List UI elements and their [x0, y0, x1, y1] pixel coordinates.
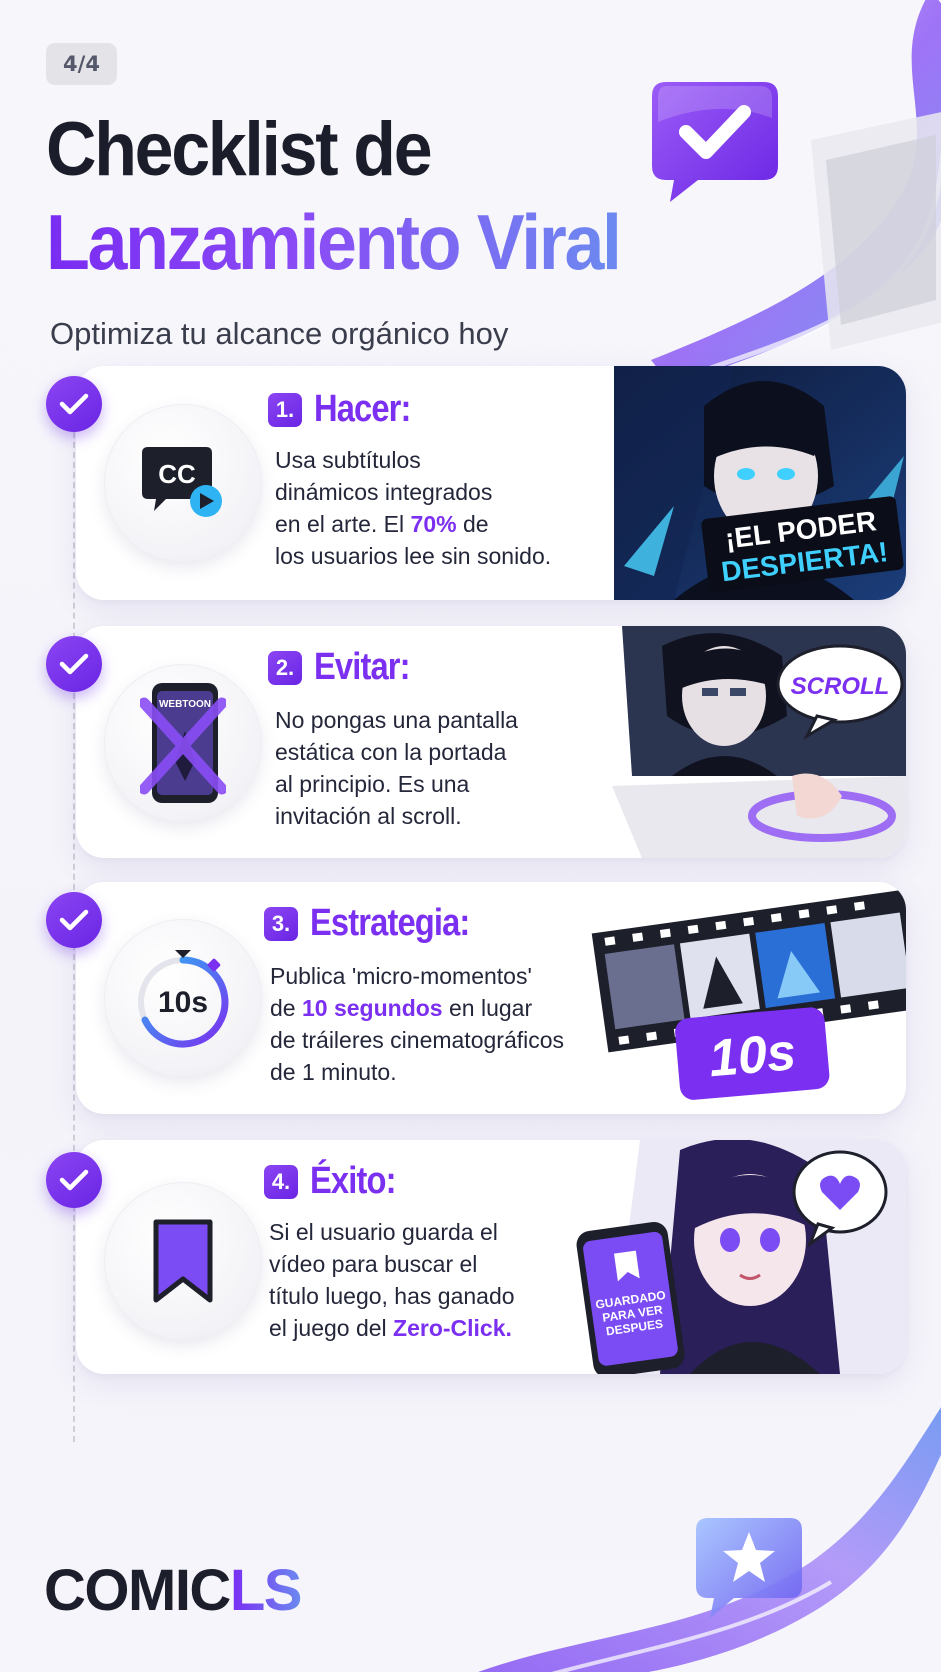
step-art-3: 10s [590, 882, 906, 1114]
step-number-1: 1. [268, 392, 302, 427]
highlight-text: 10 segundos [301, 995, 443, 1021]
brand-logo: COMICLS [44, 1562, 302, 1620]
step-art-1: ¡EL PODER DESPIERTA! [614, 366, 906, 600]
step-number-2: 2. [268, 650, 302, 685]
step-body-line: de 10 segundos en lugar [270, 992, 564, 1024]
step-body-line: vídeo para buscar el [269, 1248, 515, 1280]
body-text: dinámicos integrados [275, 479, 493, 505]
body-text: en el arte. El [275, 511, 411, 537]
anime-scroll-illustration: SCROLL [612, 626, 906, 858]
svg-text:SCROLL: SCROLL [791, 673, 890, 700]
checkmark-icon [59, 909, 89, 931]
checkmark-bubble-icon [652, 82, 778, 202]
body-text: título luego, has ganado [269, 1283, 515, 1309]
decorative-swoosh-bottom [478, 1407, 941, 1672]
step-body-line: título luego, has ganado [269, 1280, 515, 1312]
step-body-2: No pongas una pantalla estática con la po… [275, 704, 518, 832]
step-card-1: CC 1. Hacer: Usa subtítulos dinámicos int… [76, 366, 906, 600]
step-body-line: de tráileres cinematográficos [270, 1024, 564, 1056]
step-body-line: el juego del Zero-Click. [269, 1312, 515, 1344]
step-body-line: dinámicos integrados [275, 476, 551, 508]
body-text: invitación al scroll. [275, 803, 462, 829]
step-body-line: en el arte. El 70% de [275, 508, 551, 540]
checkmark-icon [59, 393, 89, 415]
step-title-1: Hacer: [314, 388, 411, 430]
step-number-4: 4. [264, 1164, 298, 1199]
step-body-line: estática con la portada [275, 736, 518, 768]
step-body-line: de 1 minuto. [270, 1056, 564, 1088]
closed-captions-icon: CC [142, 447, 222, 517]
star-bubble-icon [696, 1518, 802, 1618]
page-title-line1: Checklist de [46, 107, 433, 192]
page-subtitle: Optimiza tu alcance orgánico hoy [50, 316, 509, 351]
step-heading-1: 1. Hacer: [268, 388, 426, 431]
step-heading-2: 2. Evitar: [268, 646, 425, 689]
step-check-1 [46, 376, 102, 432]
body-text: vídeo para buscar el [269, 1251, 478, 1277]
step-body-line: al principio. Es una [275, 768, 518, 800]
icon-disc-4 [104, 1182, 262, 1340]
anime-hero-illustration: ¡EL PODER DESPIERTA! [614, 366, 906, 600]
body-text: de tráileres cinematográficos [270, 1027, 565, 1053]
step-number-3: 3. [264, 906, 298, 941]
svg-text:CC: CC [158, 459, 196, 489]
body-text: No pongas una pantalla [275, 707, 518, 733]
film-strip-illustration: 10s [590, 882, 906, 1114]
step-check-3 [46, 892, 102, 948]
checkmark-icon [59, 653, 89, 675]
highlight-text: 70% [410, 511, 457, 537]
step-body-line: los usuarios lee sin sonido. [275, 540, 551, 572]
anime-girl-illustration: GUARDADO PARA VER DESPUES [570, 1140, 906, 1374]
icon-disc-1: CC [104, 404, 262, 562]
highlight-text: Zero-Click. [393, 1315, 512, 1341]
icon-disc-3: 10s [104, 919, 262, 1077]
body-text: estática con la portada [275, 739, 507, 765]
body-text: de [270, 995, 302, 1021]
svg-text:10s: 10s [158, 986, 208, 1019]
step-art-2: SCROLL [612, 626, 906, 858]
step-body-line: Si el usuario guarda el [269, 1216, 515, 1248]
body-text: Si el usuario guarda el [269, 1219, 498, 1245]
svg-text:WEBTOON: WEBTOON [159, 699, 211, 710]
step-heading-3: 3. Estrategia: [264, 902, 495, 945]
body-text: de 1 minuto. [270, 1059, 397, 1085]
brand-logo-part2: LS [229, 1558, 303, 1623]
step-title-3: Estrategia: [310, 902, 470, 944]
svg-text:10s: 10s [707, 1023, 798, 1088]
body-text: Usa subtítulos [275, 447, 421, 473]
step-title-4: Éxito: [310, 1160, 396, 1202]
step-title-2: Evitar: [314, 646, 411, 688]
step-card-4: 4. Éxito: Si el usuario guarda el vídeo p… [76, 1140, 906, 1374]
body-text: al principio. Es una [275, 771, 470, 797]
timer-icon: 10s [138, 950, 229, 1048]
step-body-4: Si el usuario guarda el vídeo para buscar… [269, 1216, 515, 1344]
page-title-line2: Lanzamiento Viral [46, 198, 622, 286]
bookmark-icon [153, 1219, 213, 1303]
step-card-2: WEBTOON 2. Evitar: No pongas una pantall… [76, 626, 906, 858]
phone-crossed-icon: WEBTOON [140, 683, 226, 803]
step-body-1: Usa subtítulos dinámicos integrados en el … [275, 444, 551, 572]
step-body-3: Publica 'micro-momentos' de 10 segundos e… [270, 960, 564, 1088]
body-text: en lugar [442, 995, 533, 1021]
step-body-line: Publica 'micro-momentos' [270, 960, 564, 992]
step-body-line: invitación al scroll. [275, 800, 518, 832]
step-card-3: 10s 3. Estrategia: Publica 'micro-moment… [76, 882, 906, 1114]
body-text: de [456, 511, 489, 537]
body-text: los usuarios lee sin sonido. [275, 543, 552, 569]
checkmark-icon [59, 1169, 89, 1191]
step-heading-4: 4. Éxito: [264, 1160, 410, 1203]
step-art-4: GUARDADO PARA VER DESPUES [570, 1140, 906, 1374]
step-check-4 [46, 1152, 102, 1208]
page-indicator: 4/4 [46, 43, 117, 85]
body-text: el juego del [269, 1315, 394, 1341]
body-text: Publica 'micro-momentos' [270, 963, 532, 989]
step-check-2 [46, 636, 102, 692]
step-body-line: No pongas una pantalla [275, 704, 518, 736]
brand-logo-part1: COMIC [44, 1558, 231, 1623]
icon-disc-2: WEBTOON [104, 664, 262, 822]
step-body-line: Usa subtítulos [275, 444, 551, 476]
